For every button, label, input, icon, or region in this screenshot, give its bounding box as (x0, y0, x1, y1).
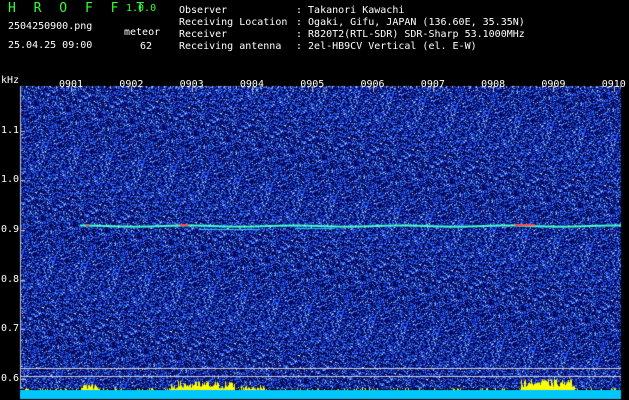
x-tick-label: 0907 (420, 79, 445, 90)
x-tick-label: 0905 (300, 79, 325, 90)
y-tick-label: 0.7 (1, 323, 20, 335)
info-observer-value: : Takanori Kawachi (296, 5, 405, 16)
info-location-value: : Ogaki, Gifu, JAPAN (136.60E, 35.35N) (296, 17, 525, 28)
info-antenna-value: : 2el-HB9CV Vertical (el. E-W) (296, 41, 477, 52)
y-tick-label: 0.6 (1, 373, 20, 385)
y-tick-label: 1.1 (1, 124, 20, 136)
x-tick-label: 0908 (481, 79, 506, 90)
meteor-count: 62 (140, 41, 153, 52)
spectrogram: kHz 0901 0902 0903 0904 0905 0906 0907 0908 0909… (0, 76, 629, 400)
info-receiver-label: Receiver (179, 29, 228, 40)
info-location-label: Receiving Location (179, 17, 288, 28)
x-tick-label: 0903 (179, 79, 204, 90)
x-tick-label: 0902 (119, 79, 144, 90)
x-tick-label: 0906 (360, 79, 385, 90)
info-receiver-value: : R820T2(RTL-SDR) SDR-Sharp 53.1000MHz (296, 29, 525, 40)
x-tick-label: 0901 (59, 79, 84, 90)
y-tick-label: 0.8 (1, 273, 20, 285)
spectrogram-canvas (0, 76, 629, 400)
x-tick-label: 0904 (239, 79, 264, 90)
y-tick-label: 1.0 (1, 174, 20, 186)
x-tick-label: 0910 (601, 79, 626, 90)
mode-label: meteor (124, 27, 161, 38)
filename-label: 2504250900.png (8, 21, 93, 32)
header-panel: H R O F F T 1.0.0 2504250900.png 25.04.2… (0, 0, 629, 76)
info-antenna-label: Receiving antenna (179, 41, 282, 52)
app-version: 1.0.0 (126, 3, 157, 14)
datetime-label: 25.04.25 09:00 (8, 40, 93, 51)
y-tick-label: 0.9 (1, 224, 20, 236)
info-observer-label: Observer (179, 5, 228, 16)
y-axis-unit: kHz (1, 75, 20, 86)
x-tick-label: 0909 (541, 79, 566, 90)
